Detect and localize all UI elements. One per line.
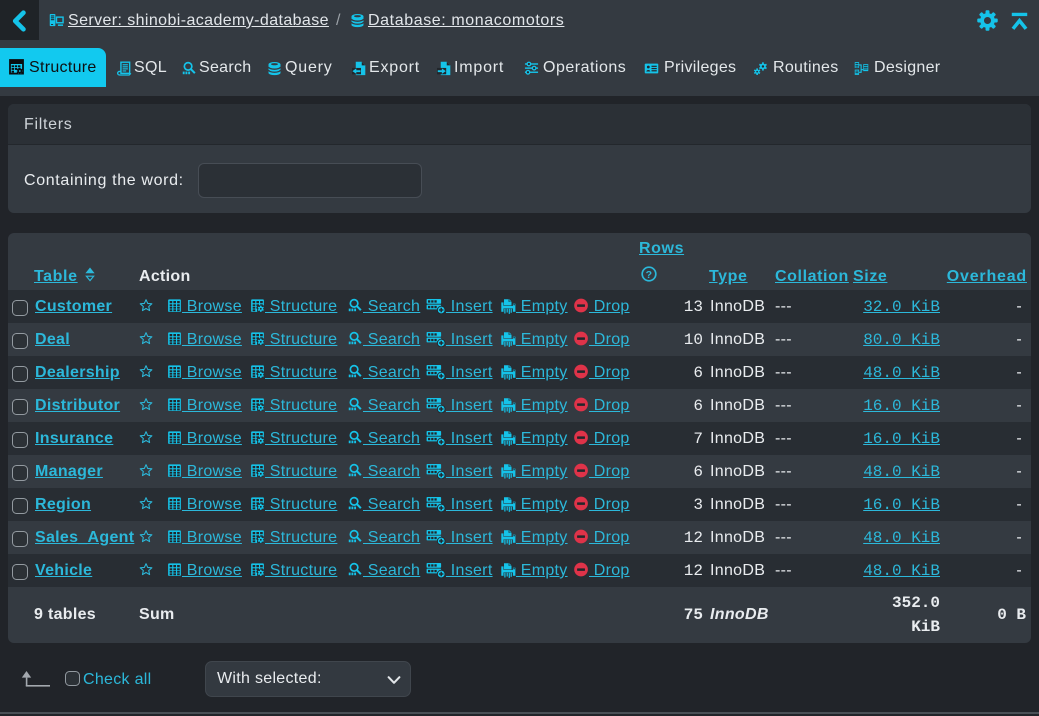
svg-text:?: ? — [646, 269, 653, 281]
